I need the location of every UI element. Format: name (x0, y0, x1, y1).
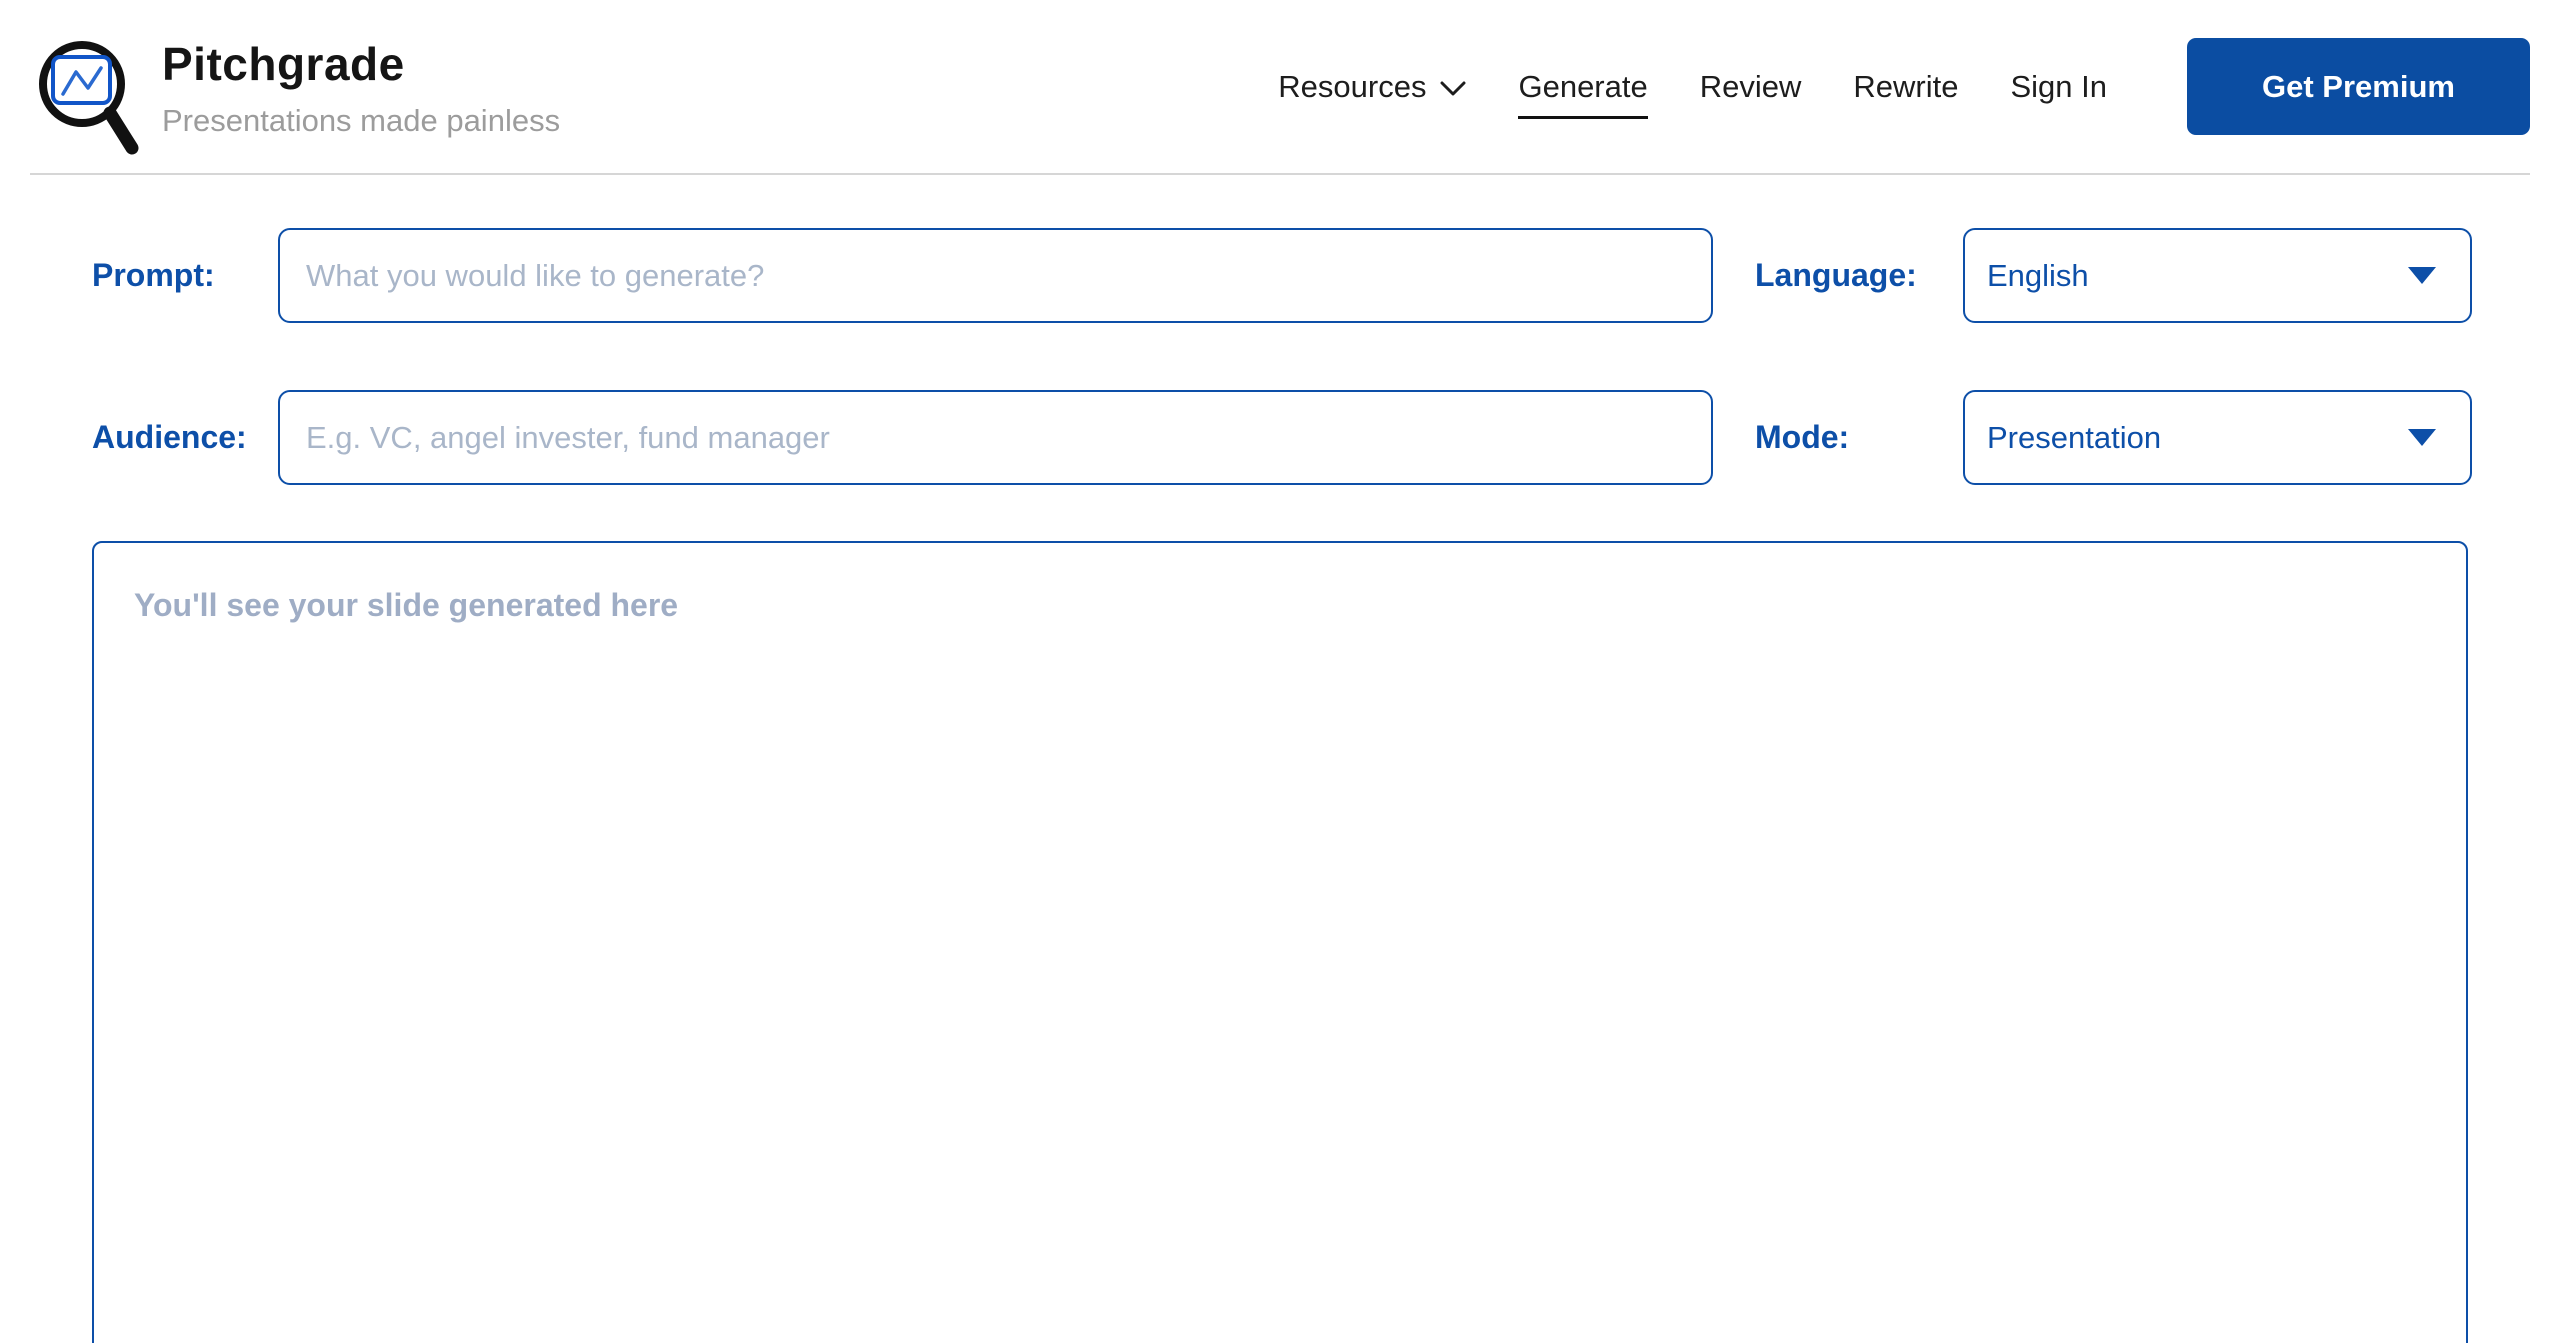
page-title: Pitchgrade (162, 37, 405, 90)
nav-item-review[interactable]: Review (1700, 69, 1802, 105)
magnifier-chart-logo-icon (39, 40, 139, 154)
header: Pitchgrade Presentations made painless R… (30, 0, 2530, 175)
slide-output-placeholder: You'll see your slide generated here (134, 587, 679, 623)
nav-item-generate[interactable]: Generate (1518, 69, 1649, 119)
language-select[interactable]: English (1963, 228, 2472, 323)
pitchgrade-generate-page: Pitchgrade Presentations made painless R… (0, 0, 2560, 1343)
dropdown-arrow-icon (2408, 267, 2436, 284)
dropdown-arrow-icon (2408, 429, 2436, 446)
audience-label: Audience: (92, 419, 247, 455)
brand-text: Pitchgrade Presentations made painless (162, 37, 560, 139)
mode-selected-value: Presentation (1987, 419, 2162, 455)
nav-item-signin[interactable]: Sign In (2010, 69, 2107, 105)
main-nav: Resources Generate Review Rewrite Sign I… (1278, 38, 2530, 135)
nav-resources-label: Resources (1278, 68, 1427, 104)
audience-input[interactable] (278, 390, 1713, 485)
nav-item-resources[interactable]: Resources (1278, 69, 1466, 105)
slide-output-area: You'll see your slide generated here (92, 541, 2468, 1343)
prompt-label: Prompt: (92, 257, 215, 293)
language-label: Language: (1755, 257, 1917, 293)
mode-label: Mode: (1755, 419, 1850, 455)
chevron-down-icon (1440, 81, 1466, 95)
get-premium-button[interactable]: Get Premium (2187, 38, 2530, 135)
brand-tagline: Presentations made painless (162, 102, 561, 138)
prompt-input[interactable] (278, 228, 1713, 323)
nav-item-rewrite[interactable]: Rewrite (1853, 69, 1958, 105)
brand[interactable]: Pitchgrade Presentations made painless (30, 16, 560, 158)
language-selected-value: English (1987, 257, 2089, 293)
mode-select[interactable]: Presentation (1963, 390, 2472, 485)
